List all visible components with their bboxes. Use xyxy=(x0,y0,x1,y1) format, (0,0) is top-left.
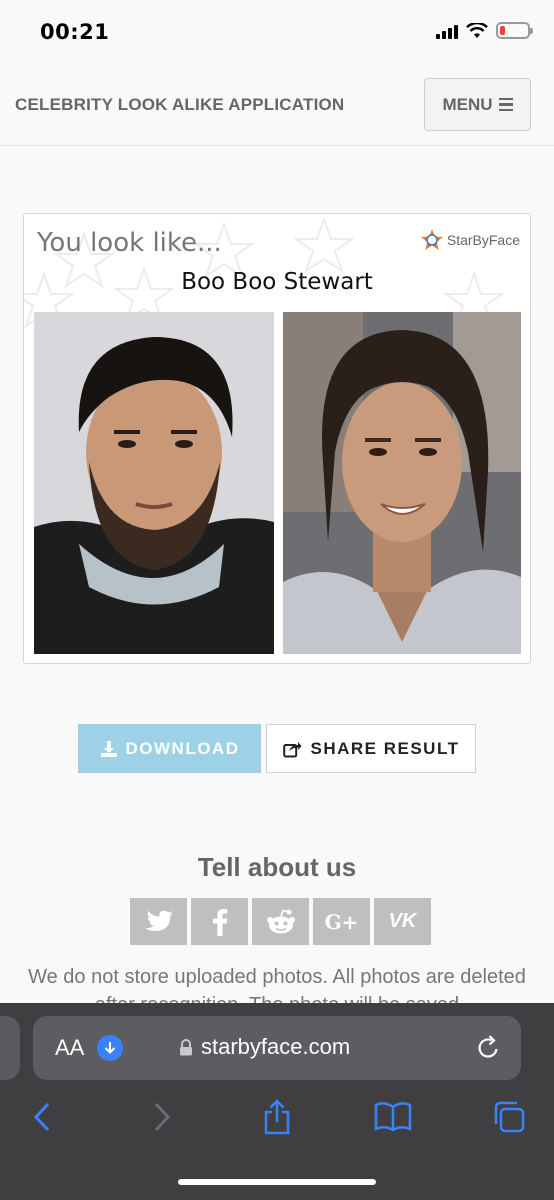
menu-label: MENU xyxy=(442,94,493,114)
share-label: SHARE RESULT xyxy=(310,738,460,758)
bookmarks-button[interactable] xyxy=(371,1095,415,1139)
result-card: You look like... StarByFace Boo Boo Stew… xyxy=(23,213,531,664)
reddit-icon xyxy=(266,909,295,933)
share-page-button[interactable] xyxy=(255,1095,299,1139)
brand-text: StarByFace xyxy=(446,232,520,248)
url-display[interactable]: starbyface.com xyxy=(179,1034,350,1060)
home-indicator xyxy=(178,1179,376,1185)
celebrity-name: Boo Boo Stewart xyxy=(181,269,373,295)
share-icon xyxy=(282,741,301,757)
battery-icon xyxy=(496,22,533,39)
browser-toolbar: AA starbyface.com xyxy=(0,1003,554,1200)
wifi-icon xyxy=(466,22,488,38)
url-text: starbyface.com xyxy=(201,1034,351,1059)
twitter-icon xyxy=(144,910,173,931)
facebook-share-button[interactable] xyxy=(191,898,248,945)
app-title: CELEBRITY LOOK ALIKE APPLICATION xyxy=(15,95,345,114)
site-header: CELEBRITY LOOK ALIKE APPLICATION MENU xyxy=(0,62,554,146)
facebook-icon xyxy=(212,908,227,936)
back-button[interactable] xyxy=(20,1095,64,1139)
celebrity-photo xyxy=(283,312,521,654)
cellular-signal-icon xyxy=(436,23,458,39)
download-icon xyxy=(100,740,117,757)
downloads-icon[interactable] xyxy=(97,1035,123,1061)
book-icon xyxy=(374,1102,412,1132)
download-label: DOWNLOAD xyxy=(125,738,240,758)
browser-nav-row xyxy=(0,1095,554,1139)
tell-about-us-heading: Tell about us xyxy=(197,852,357,882)
menu-button[interactable]: MENU xyxy=(424,78,531,131)
lock-icon xyxy=(180,1038,192,1055)
social-share-row: G+ VK xyxy=(130,898,431,945)
chevron-left-icon xyxy=(33,1102,50,1132)
tabs-icon xyxy=(494,1101,525,1133)
download-button[interactable]: DOWNLOAD xyxy=(78,724,261,773)
share-page-icon xyxy=(264,1099,290,1135)
you-look-like-heading: You look like... xyxy=(37,228,222,258)
forward-button[interactable] xyxy=(140,1095,184,1139)
user-photo xyxy=(34,312,274,654)
status-icons xyxy=(436,22,533,39)
address-bar[interactable]: AA starbyface.com xyxy=(33,1016,521,1080)
starbyface-logo: StarByFace xyxy=(420,228,520,252)
vk-icon: VK xyxy=(388,910,417,932)
chevron-right-icon xyxy=(154,1102,171,1132)
reload-icon[interactable] xyxy=(477,1034,501,1065)
reddit-share-button[interactable] xyxy=(252,898,309,945)
hamburger-icon xyxy=(498,97,513,112)
twitter-share-button[interactable] xyxy=(130,898,187,945)
tabs-button[interactable] xyxy=(487,1095,531,1139)
status-time: 00:21 xyxy=(40,20,110,44)
share-result-button[interactable]: SHARE RESULT xyxy=(266,724,476,773)
previous-tab-peek[interactable] xyxy=(0,1016,20,1080)
status-bar: 00:21 xyxy=(0,0,554,62)
vk-share-button[interactable]: VK xyxy=(374,898,431,945)
reader-options-button[interactable]: AA xyxy=(55,1035,84,1061)
google-plus-share-button[interactable]: G+ xyxy=(313,898,370,945)
google-plus-icon: G+ xyxy=(324,909,359,934)
starbyface-logo-icon xyxy=(420,229,443,250)
